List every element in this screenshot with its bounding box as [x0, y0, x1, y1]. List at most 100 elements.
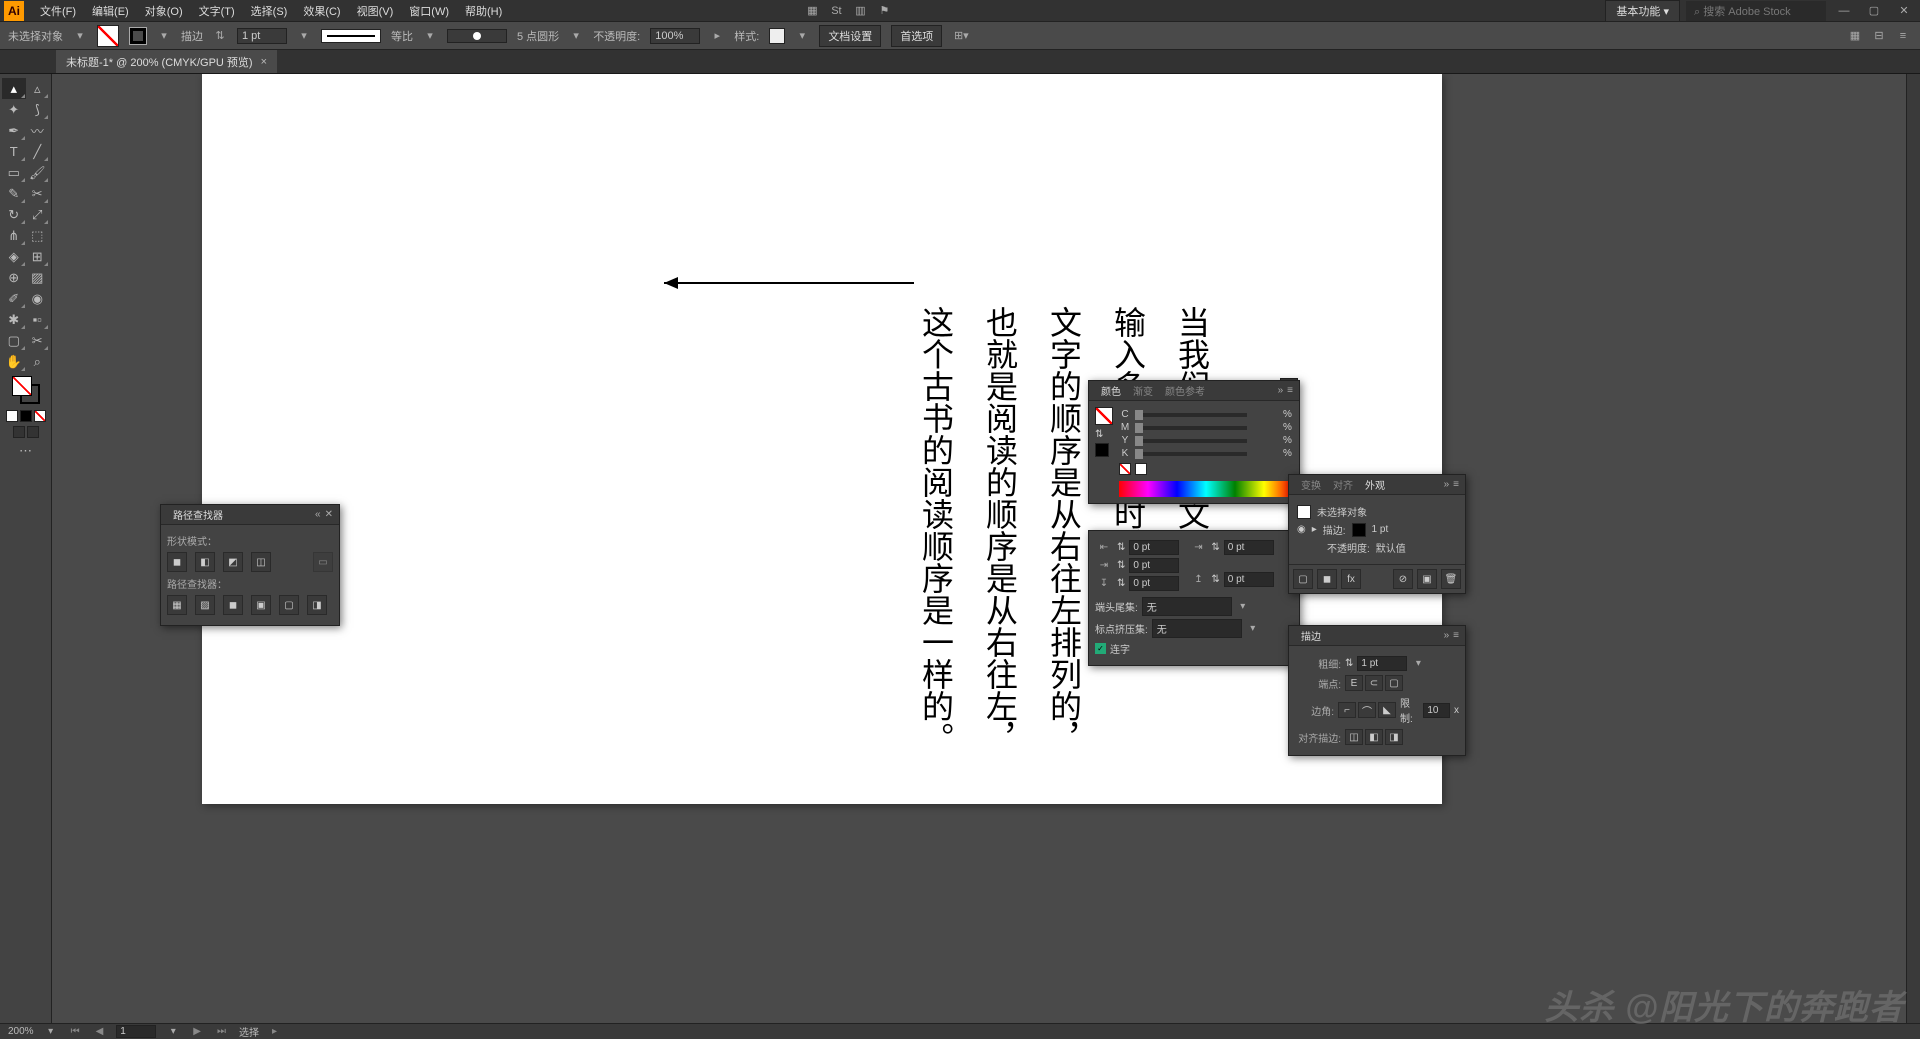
- join-bevel-button[interactable]: ◣: [1378, 702, 1396, 718]
- selection-tool[interactable]: ▴: [2, 78, 26, 99]
- panel-collapse-icon[interactable]: «: [315, 509, 321, 520]
- duplicate-button[interactable]: ▣: [1417, 569, 1437, 589]
- scale-tool[interactable]: ⤢: [26, 204, 50, 225]
- fill-indicator[interactable]: [1095, 407, 1113, 425]
- cap-round-button[interactable]: ⊂: [1365, 675, 1383, 691]
- panel-expand-icon[interactable]: »: [1444, 479, 1450, 490]
- gradient-tool[interactable]: ▨: [26, 267, 50, 288]
- stroke-dropdown-icon[interactable]: ▾: [297, 29, 311, 43]
- cap-set-dropdown[interactable]: 无: [1142, 597, 1232, 616]
- dropdown-icon[interactable]: ▾: [1246, 622, 1260, 636]
- panel-menu-icon[interactable]: ≡: [1453, 479, 1459, 490]
- prev-page-icon[interactable]: ◀: [93, 1026, 107, 1037]
- paintbrush-tool[interactable]: 🖌: [26, 162, 50, 183]
- stroke-panel[interactable]: 描边 »≡ 粗细:⇅1 pt▾ 端点:E⊂▢ 边角:⌐⌒◣限制:10x 对齐描边…: [1288, 625, 1466, 756]
- brush-preview[interactable]: [447, 29, 507, 43]
- stepper-icon[interactable]: ⇅: [1117, 560, 1125, 571]
- visibility-icon[interactable]: ◉: [1297, 524, 1306, 535]
- limit-input[interactable]: 10: [1423, 703, 1450, 718]
- screen-mode-icon[interactable]: [13, 426, 25, 438]
- swap-icon[interactable]: ⇅: [1095, 429, 1105, 439]
- stepper-icon[interactable]: ⇅: [213, 29, 227, 43]
- artboard-tool[interactable]: ▢: [2, 330, 26, 351]
- preferences-button[interactable]: 首选项: [891, 25, 942, 47]
- window-maximize-button[interactable]: ▢: [1862, 4, 1886, 18]
- lasso-tool[interactable]: ⟆: [26, 99, 50, 120]
- stepper-icon[interactable]: ⇅: [1117, 542, 1125, 553]
- menu-view[interactable]: 视图(V): [349, 3, 402, 19]
- rotate-tool[interactable]: ↻: [2, 204, 26, 225]
- align-outside-button[interactable]: ◨: [1385, 729, 1403, 745]
- character-panel[interactable]: ⇤⇅0 pt ⇥⇅0 pt ↧⇅0 pt ⇥⇅0 pt ↥⇅0 pt 端头尾集:…: [1088, 530, 1300, 666]
- stock-icon[interactable]: St: [827, 2, 845, 20]
- eraser-tool[interactable]: ✂: [26, 183, 50, 204]
- mesh-tool[interactable]: ⊕: [2, 267, 26, 288]
- exclude-button[interactable]: ◫: [251, 552, 271, 572]
- stepper-icon[interactable]: ⇅: [1117, 578, 1125, 589]
- panel-menu-icon[interactable]: ≡: [1453, 630, 1459, 641]
- white-swatch-icon[interactable]: [1135, 463, 1147, 475]
- color-spectrum[interactable]: [1119, 481, 1293, 497]
- menu-window[interactable]: 窗口(W): [401, 3, 457, 19]
- indent-right-input[interactable]: 0 pt: [1224, 540, 1274, 555]
- y-slider[interactable]: [1135, 439, 1247, 443]
- width-tool[interactable]: ⋔: [2, 225, 26, 246]
- pen-tool[interactable]: ✒: [2, 120, 26, 141]
- align-center-button[interactable]: ◫: [1345, 729, 1363, 745]
- align-tab[interactable]: 对齐: [1327, 475, 1359, 494]
- document-setup-button[interactable]: 文档设置: [819, 25, 881, 47]
- ligature-checkbox[interactable]: ✓: [1095, 643, 1106, 654]
- minus-front-button[interactable]: ◧: [195, 552, 215, 572]
- stroke-profile[interactable]: [321, 29, 381, 43]
- fill-stroke-indicator[interactable]: [12, 376, 40, 404]
- cap-square-button[interactable]: ▢: [1385, 675, 1403, 691]
- document-tab[interactable]: 未标题-1* @ 200% (CMYK/GPU 预览) ×: [56, 50, 277, 73]
- line-tool[interactable]: ╱: [26, 141, 50, 162]
- panel-expand-icon[interactable]: »: [1278, 385, 1284, 396]
- free-transform-tool[interactable]: ⬚: [26, 225, 50, 246]
- opacity-value[interactable]: 默认值: [1376, 540, 1406, 555]
- zoom-level[interactable]: 200%: [8, 1026, 34, 1037]
- stepper-icon[interactable]: ⇅: [1211, 542, 1219, 553]
- window-minimize-button[interactable]: —: [1832, 4, 1856, 18]
- search-input[interactable]: ⌕ 搜索 Adobe Stock: [1686, 1, 1826, 21]
- weight-input[interactable]: 1 pt: [1357, 656, 1407, 671]
- vertical-scrollbar[interactable]: [1906, 74, 1920, 1023]
- trim-button[interactable]: ▨: [195, 595, 215, 615]
- stepper-icon[interactable]: ⇅: [1211, 574, 1219, 585]
- uniform-dropdown-icon[interactable]: ▾: [423, 29, 437, 43]
- window-close-button[interactable]: ✕: [1892, 4, 1916, 18]
- style-dropdown-icon[interactable]: ▾: [795, 29, 809, 43]
- page-dropdown-icon[interactable]: ▾: [166, 1025, 180, 1039]
- stroke-swatch[interactable]: [129, 27, 147, 45]
- none-mode-icon[interactable]: [34, 410, 46, 422]
- menu-file[interactable]: 文件(F): [32, 3, 84, 19]
- menu-help[interactable]: 帮助(H): [457, 3, 510, 19]
- color-panel[interactable]: 颜色 渐变 颜色参考 »≡ ⇅ C% M% Y% K%: [1088, 380, 1300, 504]
- delete-button[interactable]: 🗑: [1441, 569, 1461, 589]
- gpu-icon[interactable]: ⚑: [875, 2, 893, 20]
- gradient-mode-icon[interactable]: [20, 410, 32, 422]
- k-slider[interactable]: [1135, 452, 1247, 456]
- panel-expand-icon[interactable]: »: [1444, 630, 1450, 641]
- space-before-input[interactable]: 0 pt: [1129, 576, 1179, 591]
- pathfinder-tab[interactable]: 路径查找器: [167, 505, 229, 524]
- stroke-indicator[interactable]: [1095, 443, 1109, 457]
- none-swatch-icon[interactable]: [1119, 463, 1131, 475]
- intersect-button[interactable]: ◩: [223, 552, 243, 572]
- join-round-button[interactable]: ⌒: [1358, 702, 1376, 718]
- tab-close-button[interactable]: ×: [261, 56, 267, 68]
- dropdown-icon[interactable]: ▾: [1236, 600, 1250, 614]
- align-icon[interactable]: ⊞▾: [952, 27, 970, 45]
- shaper-tool[interactable]: ✎: [2, 183, 26, 204]
- appearance-tab[interactable]: 外观: [1359, 475, 1391, 494]
- curvature-tool[interactable]: 〰: [26, 120, 50, 141]
- color-tab[interactable]: 颜色: [1095, 381, 1127, 400]
- crop-button[interactable]: ▣: [251, 595, 271, 615]
- hand-tool[interactable]: ✋: [2, 351, 26, 372]
- c-slider[interactable]: [1135, 413, 1247, 417]
- stroke-value[interactable]: 1 pt: [1372, 524, 1389, 535]
- ctrl-icon-1[interactable]: ▦: [1846, 27, 1864, 45]
- status-menu-icon[interactable]: ▸: [269, 1026, 280, 1037]
- panel-close-icon[interactable]: ✕: [325, 509, 333, 520]
